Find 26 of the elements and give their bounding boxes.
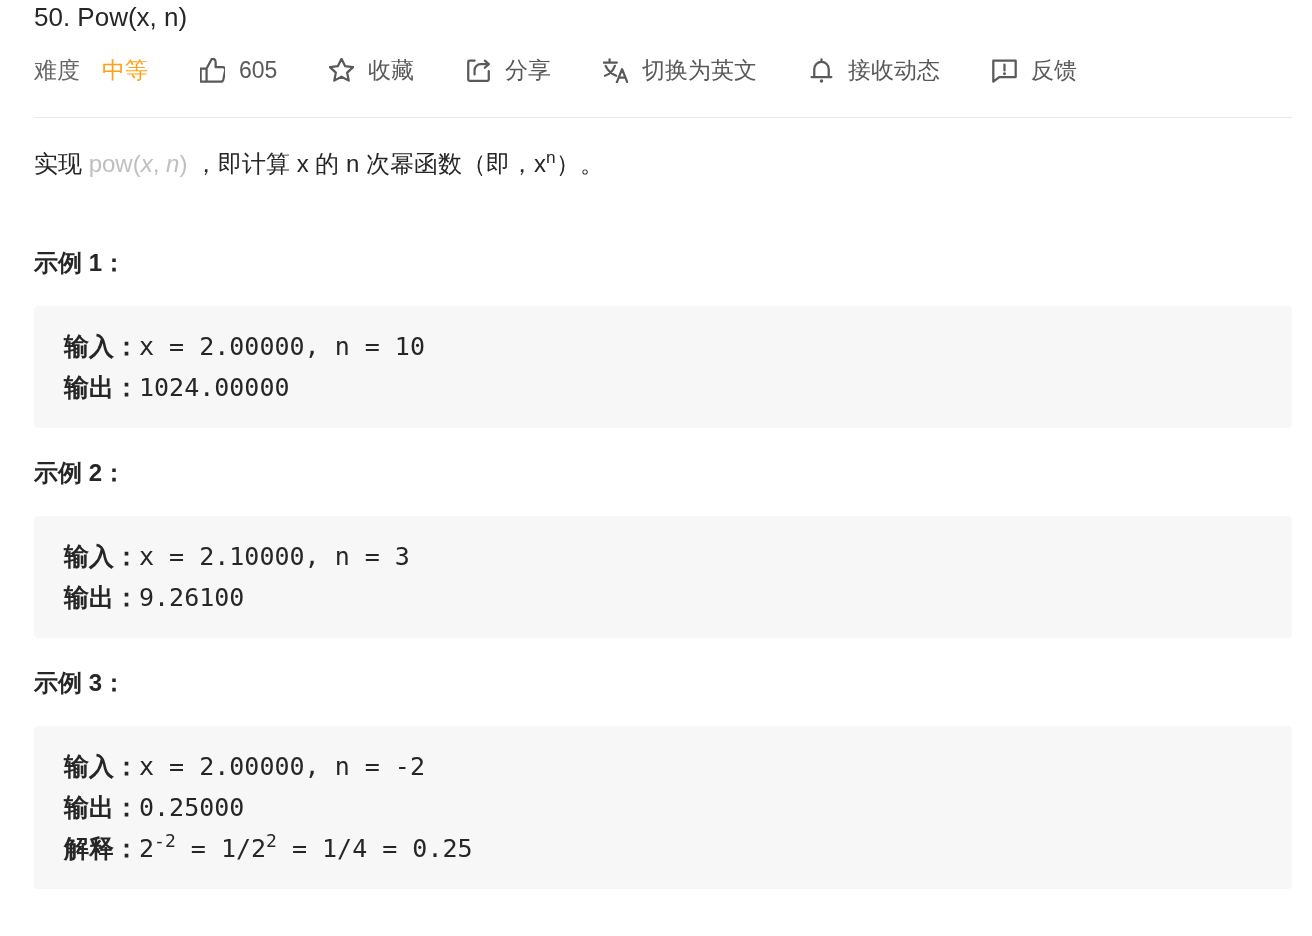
problem-description: 实现 pow(x, n) ，即计算 x 的 n 次幂函数（即，x$^{n}$）。: [34, 145, 605, 179]
problem-title: 50. Pow(x, n): [34, 1, 189, 34]
example-heading: 示例 1：: [34, 248, 127, 278]
code-line: 输出：9.26100: [64, 582, 245, 614]
thumbs-up-icon: [200, 57, 225, 83]
code-line: 输入：x = 2.00000, n = -2: [64, 751, 425, 783]
code-line: 输入：x = 2.00000, n = 10: [64, 331, 425, 363]
difficulty-value: 中等: [102, 55, 148, 85]
code-line: 输入：x = 2.10000, n = 3: [64, 541, 410, 573]
example-heading: 示例 2：: [34, 458, 127, 488]
translate-button[interactable]: 切换为英文: [603, 54, 758, 86]
share-icon: [466, 57, 492, 83]
star-icon: [329, 57, 355, 83]
feedback-button[interactable]: 反馈: [992, 54, 1078, 86]
favorite-button[interactable]: 收藏: [329, 54, 415, 86]
code-line: 输出：0.25000: [64, 792, 245, 824]
share-button[interactable]: 分享: [466, 54, 552, 86]
bell-icon: [809, 57, 835, 83]
like-button[interactable]: 605: [200, 56, 278, 84]
subscribe-button[interactable]: 接收动态: [809, 54, 941, 86]
exclamation-bubble-icon: [992, 57, 1018, 83]
code-line: 输出：1024.00000: [64, 372, 290, 404]
example-heading: 示例 3：: [34, 668, 127, 698]
translate-icon: [603, 57, 629, 83]
difficulty-label: 难度: [34, 55, 80, 85]
code-line: 解释：2$^{-2}$ = 1/2$^{2}$ = 1/4 = 0.25: [64, 829, 473, 865]
